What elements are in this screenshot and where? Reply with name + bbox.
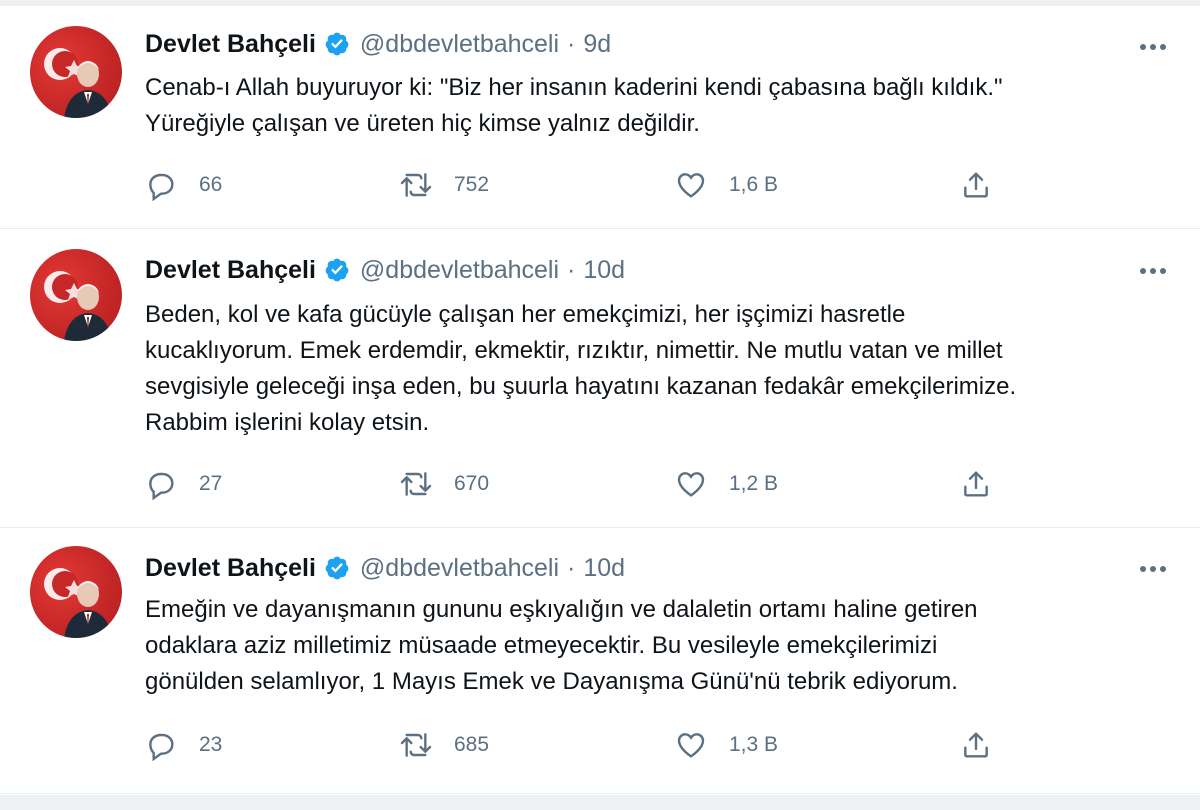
tweet-text: Cenab-ı Allah buyuruyor ki: "Biz her ins…: [145, 70, 1155, 142]
verified-badge-icon: [324, 257, 350, 283]
retweet-button[interactable]: 670: [400, 467, 489, 501]
tweet-text-line: odaklara aziz milletimiz müsaade etmeyec…: [145, 632, 938, 659]
more-options-icon[interactable]: [1136, 32, 1170, 62]
tweet-text: Emeğin ve dayanışmanın gununu eşkıyalığı…: [145, 592, 1155, 700]
like-count: 1,6 B: [729, 173, 779, 196]
tweet[interactable]: Devlet Bahçeli @dbdevletbahceli · 10d Em…: [0, 528, 1200, 794]
retweet-count: 670: [454, 472, 490, 495]
reply-button[interactable]: 66: [145, 168, 222, 202]
share-button[interactable]: [960, 168, 992, 202]
reply-count: 23: [199, 733, 223, 756]
retweet-button[interactable]: 752: [400, 168, 489, 202]
retweet-icon: [400, 472, 432, 496]
reply-icon: [149, 173, 174, 201]
tweet-actions: 23 685 1,3 B: [145, 728, 1025, 762]
share-icon: [964, 732, 988, 758]
tweet-text-line: Cenab-ı Allah buyuruyor ki: "Biz her ins…: [145, 74, 1003, 101]
separator-dot: ·: [567, 255, 576, 284]
share-button[interactable]: [960, 728, 992, 762]
share-button[interactable]: [960, 467, 992, 501]
like-icon: [677, 472, 705, 497]
separator-dot: ·: [567, 29, 576, 58]
tweet[interactable]: Devlet Bahçeli @dbdevletbahceli · 9d Cen…: [0, 6, 1200, 229]
reply-icon: [149, 472, 174, 500]
tweet-text-line: sevgisiyle geleceği inşa eden, bu şuurla…: [145, 373, 1017, 400]
avatar[interactable]: [30, 249, 122, 341]
verified-badge-icon: [324, 31, 350, 57]
reply-button[interactable]: 23: [145, 728, 222, 762]
like-count: 1,3 B: [729, 733, 779, 756]
share-icon: [964, 471, 988, 497]
tweet-text-line: Emeğin ve dayanışmanın gununu eşkıyalığı…: [145, 596, 978, 623]
tweet-actions: 27 670 1,2 B: [145, 467, 1025, 501]
avatar[interactable]: [30, 26, 122, 118]
more-options-icon[interactable]: [1136, 554, 1170, 584]
retweet-icon: [400, 733, 432, 757]
separator-dot: ·: [567, 553, 576, 582]
like-button[interactable]: 1,6 B: [675, 168, 778, 202]
author-handle[interactable]: @dbdevletbahceli: [360, 30, 559, 59]
share-icon: [964, 172, 988, 198]
like-count: 1,2 B: [729, 472, 779, 495]
tweet-text-line: Beden, kol ve kafa gücüyle çalışan her e…: [145, 301, 906, 328]
verified-badge-icon: [324, 555, 350, 581]
avatar[interactable]: [30, 546, 122, 638]
tweet-text-line: Rabbim işlerini kolay etsin.: [145, 409, 430, 436]
tweet-feed: Devlet Bahçeli @dbdevletbahceli · 9d Cen…: [0, 0, 1200, 810]
tweet-actions: 66 752 1,6 B: [145, 168, 1025, 202]
author-name[interactable]: Devlet Bahçeli: [145, 30, 316, 59]
tweet-timestamp[interactable]: 10d: [583, 554, 625, 583]
retweet-count: 752: [454, 173, 490, 196]
bottom-separator: [0, 795, 1200, 810]
tweet-text-line: kucaklıyorum. Emek erdemdir, ekmektir, r…: [145, 337, 1003, 364]
reply-icon: [149, 733, 174, 761]
author-handle[interactable]: @dbdevletbahceli: [360, 256, 559, 285]
retweet-count: 685: [454, 733, 490, 756]
tweet-timestamp[interactable]: 9d: [583, 30, 611, 59]
retweet-icon: [400, 173, 432, 197]
reply-count: 27: [199, 472, 223, 495]
reply-count: 66: [199, 173, 223, 196]
retweet-button[interactable]: 685: [400, 728, 489, 762]
author-handle[interactable]: @dbdevletbahceli: [360, 554, 559, 583]
like-icon: [677, 733, 705, 758]
like-button[interactable]: 1,3 B: [675, 728, 778, 762]
tweet-text-line: gönülden selamlıyor, 1 Mayıs Emek ve Day…: [145, 668, 958, 695]
author-name[interactable]: Devlet Bahçeli: [145, 554, 316, 583]
author-name[interactable]: Devlet Bahçeli: [145, 256, 316, 285]
tweet-timestamp[interactable]: 10d: [583, 256, 625, 285]
reply-button[interactable]: 27: [145, 467, 222, 501]
like-button[interactable]: 1,2 B: [675, 467, 778, 501]
more-options-icon[interactable]: [1136, 256, 1170, 286]
tweet-text-line: Yüreğiyle çalışan ve üreten hiç kimse ya…: [145, 110, 700, 137]
tweet[interactable]: Devlet Bahçeli @dbdevletbahceli · 10d Be…: [0, 229, 1200, 528]
tweet-text: Beden, kol ve kafa gücüyle çalışan her e…: [145, 297, 1155, 441]
like-icon: [677, 173, 705, 198]
